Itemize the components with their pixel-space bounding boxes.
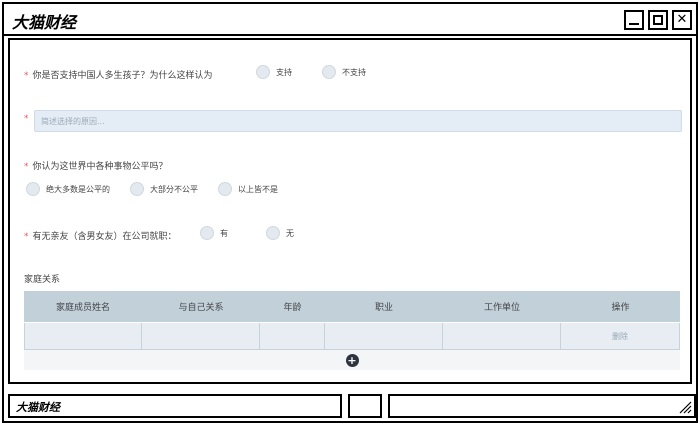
radio-icon[interactable] (26, 182, 40, 196)
option-mostly-fair[interactable]: 绝大多数是公平的 (26, 182, 110, 196)
table-row: 删除 (24, 322, 680, 350)
option-not-support[interactable]: 不支持 (322, 65, 366, 79)
question-text: 有无亲友（含男女友）在公司就职： (32, 232, 177, 242)
family-table: 家庭成员姓名 与自己关系 年龄 职业 工作单位 操作 删除 + (24, 291, 680, 370)
question-support-children: * 你是否支持中国人多生孩子？为什么这样认为 (24, 68, 213, 81)
form-panel: *你是否支持中国人多生孩子？为什么这样认为 支持 不支持 * *你认为这世界中各… (8, 38, 692, 384)
option-label: 大部分不公平 (150, 184, 198, 194)
delete-row-button[interactable]: 删除 (561, 323, 680, 350)
radio-icon[interactable] (200, 226, 214, 240)
cell-relationship[interactable] (142, 323, 260, 350)
minimize-button[interactable] (624, 10, 644, 30)
header-actions: 操作 (611, 303, 630, 313)
status-bar-middle (348, 394, 382, 418)
option-yes[interactable]: 有 (200, 226, 228, 240)
close-button[interactable]: ✕ (672, 10, 692, 30)
reason-required-marker: * (24, 114, 29, 124)
header-member-name: 家庭成员姓名 (55, 303, 110, 313)
title-bar: 大猫财经 ✕ (4, 4, 696, 36)
maximize-icon (653, 15, 663, 25)
header-employer: 工作单位 (483, 303, 520, 313)
minimize-icon (629, 23, 639, 25)
required-marker: * (24, 232, 29, 242)
window-title: 大猫财经 (12, 13, 77, 32)
header-occupation: 职业 (374, 303, 393, 313)
radio-icon[interactable] (130, 182, 144, 196)
radio-icon[interactable] (322, 65, 336, 79)
option-label: 绝大多数是公平的 (46, 184, 110, 194)
option-support[interactable]: 支持 (256, 65, 292, 79)
app-window: 大猫财经 ✕ *你是否支持中国人多生孩子？为什么这样认为 支持 不支持 * *你… (2, 2, 698, 423)
question-relatives: * 有无亲友（含男女友）在公司就职： (24, 229, 177, 242)
maximize-button[interactable] (648, 10, 668, 30)
required-marker: * (24, 71, 29, 81)
radio-icon[interactable] (218, 182, 232, 196)
header-relationship: 与自己关系 (178, 303, 224, 313)
table-header: 家庭成员姓名 与自己关系 年龄 职业 工作单位 操作 (24, 291, 680, 322)
cell-member-name[interactable] (24, 323, 142, 350)
add-row-bar: + (24, 350, 680, 370)
resize-grip-icon[interactable] (678, 400, 692, 414)
reason-input[interactable] (34, 110, 682, 132)
status-bar-main: 大猫财经 (8, 394, 342, 418)
option-label: 不支持 (342, 67, 366, 77)
add-row-icon[interactable]: + (345, 353, 359, 367)
option-no[interactable]: 无 (266, 226, 294, 240)
close-icon: ✕ (676, 12, 688, 27)
question-text: 你是否支持中国人多生孩子？为什么这样认为 (32, 71, 213, 81)
radio-icon[interactable] (256, 65, 270, 79)
cell-occupation[interactable] (325, 323, 443, 350)
radio-icon[interactable] (266, 226, 280, 240)
option-label: 支持 (276, 67, 292, 77)
option-mostly-unfair[interactable]: 大部分不公平 (130, 182, 198, 196)
status-bar-right (388, 394, 696, 418)
family-section-label: 家庭关系 (24, 275, 61, 285)
cell-employer[interactable] (443, 323, 561, 350)
status-bar-text: 大猫财经 (16, 401, 60, 414)
header-age: 年龄 (283, 303, 302, 313)
cell-age[interactable] (260, 323, 325, 350)
option-label: 有 (220, 228, 228, 238)
option-label: 以上皆不是 (238, 184, 278, 194)
option-label: 无 (286, 228, 294, 238)
question-fairness: * 你认为这世界中各种事物公平吗？ (24, 159, 168, 172)
question-text: 你认为这世界中各种事物公平吗？ (32, 162, 168, 172)
option-none-above[interactable]: 以上皆不是 (218, 182, 278, 196)
required-marker: * (24, 162, 29, 172)
